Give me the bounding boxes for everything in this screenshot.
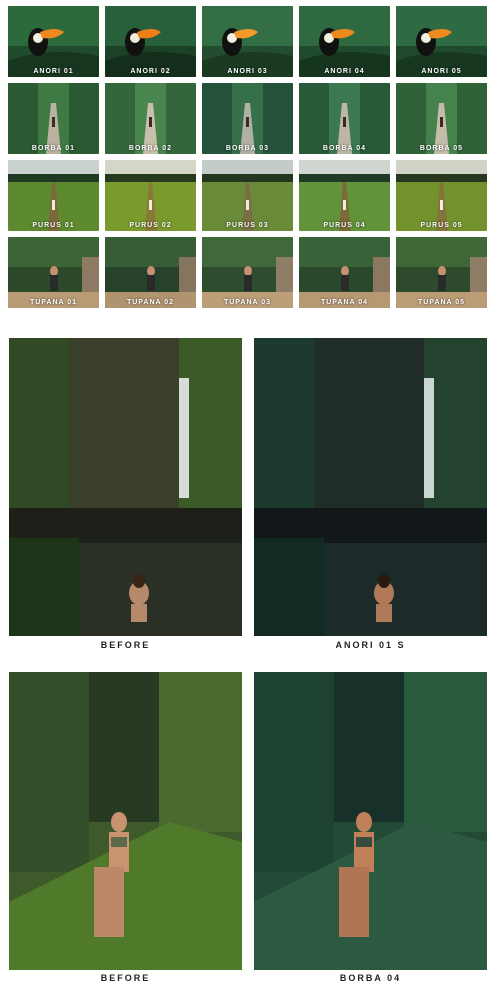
waterfall-before-image xyxy=(9,338,242,636)
preset-thumb-borba-01[interactable]: BORBA 01 xyxy=(8,83,99,154)
toucan-image xyxy=(105,6,196,77)
preset-thumb-purus-05[interactable]: PURUS 05 xyxy=(396,160,487,231)
preset-label: BORBA 02 xyxy=(128,145,173,152)
toucan-image xyxy=(8,6,99,77)
preset-thumb-tupana-02[interactable]: TUPANA 02 xyxy=(105,237,196,308)
preset-label: BORBA 04 xyxy=(322,145,367,152)
jungle-ruins-image xyxy=(105,237,196,308)
toucan-image xyxy=(396,6,487,77)
preset-label: BORBA 03 xyxy=(225,145,270,152)
jungle-ruins-image xyxy=(202,237,293,308)
preset-label: BORBA 01 xyxy=(31,145,76,152)
preset-thumb-tupana-04[interactable]: TUPANA 04 xyxy=(299,237,390,308)
before-photo-rock xyxy=(9,672,242,970)
toucan-image xyxy=(202,6,293,77)
preset-label: BORBA 05 xyxy=(419,145,464,152)
jungle-bridge-image xyxy=(299,83,390,154)
grass-field-image xyxy=(202,160,293,231)
preset-thumb-borba-03[interactable]: BORBA 03 xyxy=(202,83,293,154)
preset-thumb-anori-01[interactable]: ANORI 01 xyxy=(8,6,99,77)
before-photo-waterfall xyxy=(9,338,242,636)
preset-label: ANORI 01 xyxy=(33,68,74,75)
preset-label: TUPANA 02 xyxy=(126,299,175,306)
preset-thumb-purus-03[interactable]: PURUS 03 xyxy=(202,160,293,231)
preset-label: ANORI 05 xyxy=(421,68,462,75)
preset-thumb-tupana-05[interactable]: TUPANA 05 xyxy=(396,237,487,308)
after-caption: ANORI 01 S xyxy=(335,640,406,650)
preset-label: TUPANA 04 xyxy=(320,299,369,306)
jungle-ruins-image xyxy=(396,237,487,308)
preset-thumb-borba-05[interactable]: BORBA 05 xyxy=(396,83,487,154)
rock-after-image xyxy=(254,672,487,970)
preset-thumb-tupana-01[interactable]: TUPANA 01 xyxy=(8,237,99,308)
preset-thumb-anori-05[interactable]: ANORI 05 xyxy=(396,6,487,77)
grass-field-image xyxy=(396,160,487,231)
grass-field-image xyxy=(8,160,99,231)
jungle-bridge-image xyxy=(8,83,99,154)
preset-thumbnail-grid: ANORI 01 ANORI 02 ANORI 03 ANORI 04 ANOR… xyxy=(8,6,490,308)
waterfall-after-image xyxy=(254,338,487,636)
rock-before-image xyxy=(9,672,242,970)
preset-label: ANORI 02 xyxy=(130,68,171,75)
grass-field-image xyxy=(105,160,196,231)
preset-label: TUPANA 03 xyxy=(223,299,272,306)
preset-label: ANORI 03 xyxy=(227,68,268,75)
preset-label: PURUS 05 xyxy=(420,222,463,229)
preset-label: TUPANA 05 xyxy=(417,299,466,306)
grass-field-image xyxy=(299,160,390,231)
preset-label: PURUS 03 xyxy=(226,222,269,229)
after-caption: BORBA 04 xyxy=(339,973,402,983)
after-photo-rock xyxy=(254,672,487,970)
preset-label: TUPANA 01 xyxy=(29,299,78,306)
after-photo-waterfall xyxy=(254,338,487,636)
jungle-ruins-image xyxy=(299,237,390,308)
jungle-bridge-image xyxy=(105,83,196,154)
before-caption: BEFORE xyxy=(100,973,151,983)
preset-thumb-borba-04[interactable]: BORBA 04 xyxy=(299,83,390,154)
preset-thumb-purus-01[interactable]: PURUS 01 xyxy=(8,160,99,231)
preset-thumb-anori-02[interactable]: ANORI 02 xyxy=(105,6,196,77)
jungle-bridge-image xyxy=(202,83,293,154)
jungle-ruins-image xyxy=(8,237,99,308)
jungle-bridge-image xyxy=(396,83,487,154)
preset-label: PURUS 01 xyxy=(32,222,75,229)
preset-label: PURUS 02 xyxy=(129,222,172,229)
preset-label: ANORI 04 xyxy=(324,68,365,75)
toucan-image xyxy=(299,6,390,77)
preset-thumb-tupana-03[interactable]: TUPANA 03 xyxy=(202,237,293,308)
preset-thumb-purus-02[interactable]: PURUS 02 xyxy=(105,160,196,231)
before-caption: BEFORE xyxy=(100,640,151,650)
preset-label: PURUS 04 xyxy=(323,222,366,229)
preset-thumb-borba-02[interactable]: BORBA 02 xyxy=(105,83,196,154)
preset-thumb-anori-03[interactable]: ANORI 03 xyxy=(202,6,293,77)
preset-thumb-anori-04[interactable]: ANORI 04 xyxy=(299,6,390,77)
preset-thumb-purus-04[interactable]: PURUS 04 xyxy=(299,160,390,231)
